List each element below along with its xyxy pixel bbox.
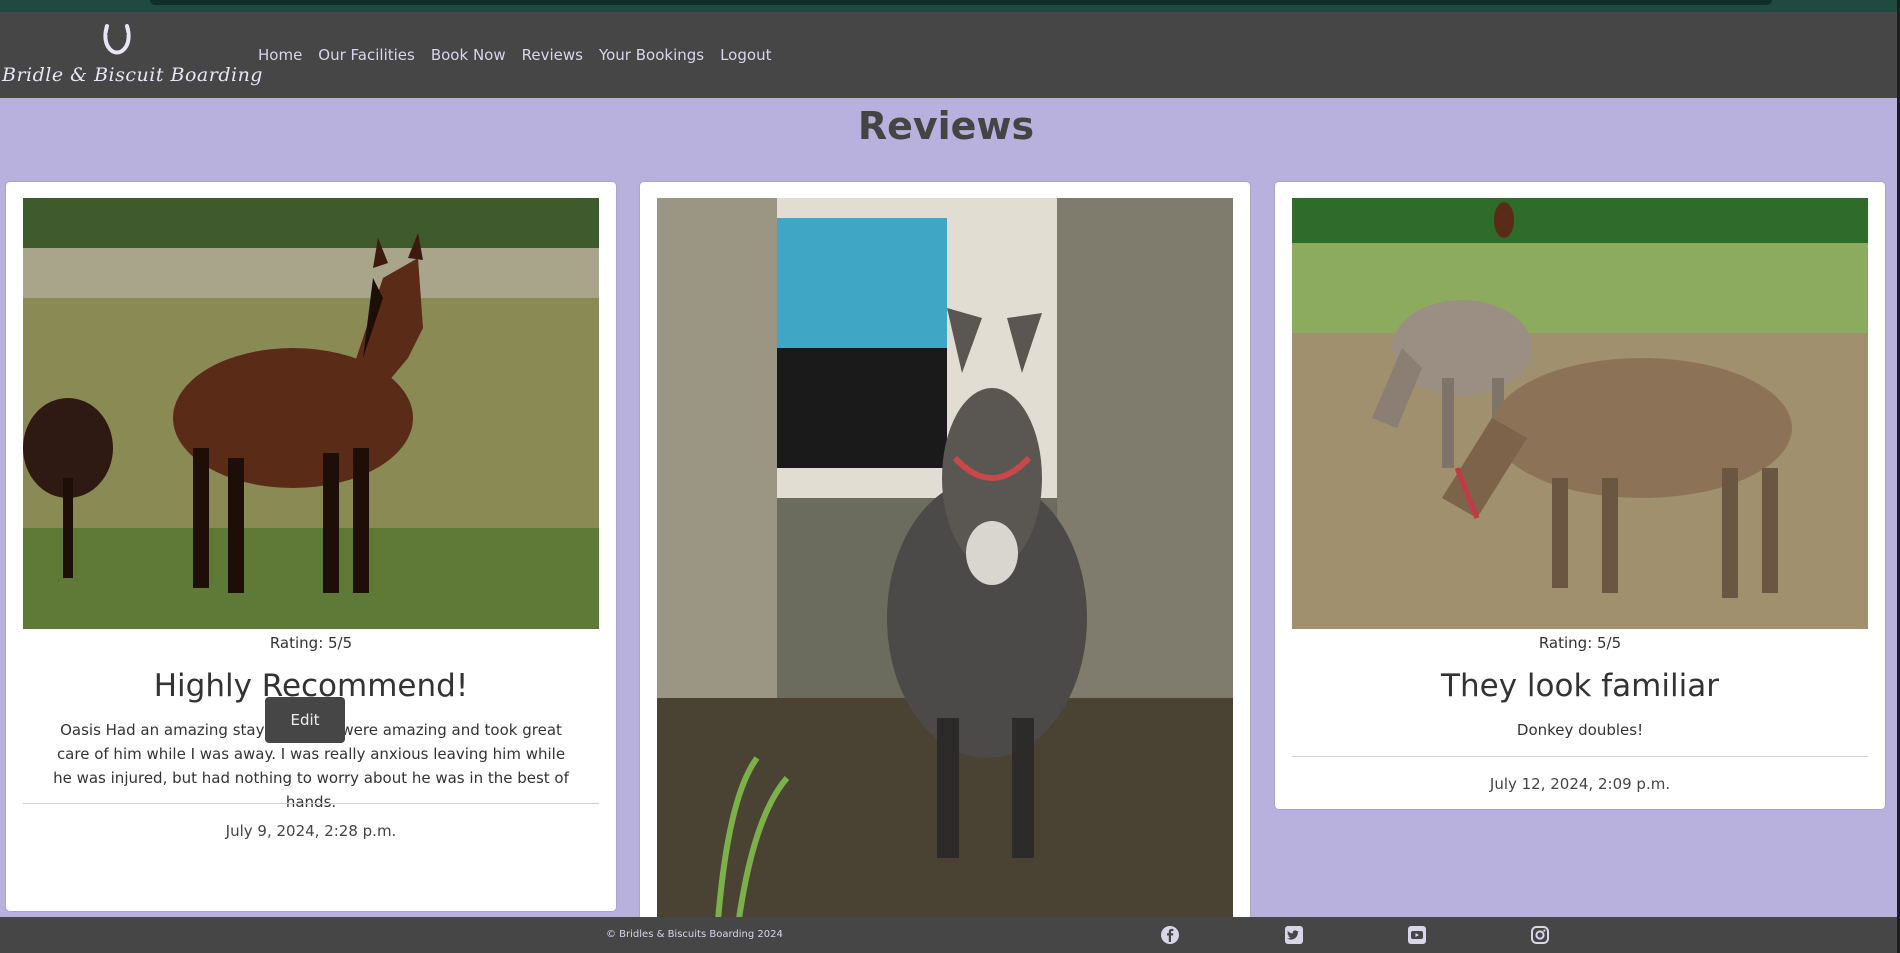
footer-copyright: © Bridles & Biscuits Boarding 2024 [606, 929, 783, 940]
review-title: They look familiar [1441, 668, 1719, 704]
nav-our-facilities[interactable]: Our Facilities [318, 46, 415, 64]
nav-book-now[interactable]: Book Now [431, 46, 506, 64]
nav-your-bookings[interactable]: Your Bookings [599, 46, 704, 64]
review-date: July 9, 2024, 2:28 p.m. [225, 822, 397, 840]
review-image-donkey [657, 198, 1233, 933]
footer: © Bridles & Biscuits Boarding 2024 [0, 917, 1897, 953]
brand-name: Bridle & Biscuit Boarding [2, 64, 263, 86]
review-rating: Rating: 5/5 [269, 634, 353, 652]
review-divider [23, 803, 599, 804]
review-date: July 12, 2024, 2:09 p.m. [1489, 775, 1671, 793]
youtube-icon[interactable] [1407, 925, 1427, 945]
review-divider [1292, 756, 1868, 757]
nav-home[interactable]: Home [258, 46, 302, 64]
facebook-icon[interactable] [1160, 925, 1180, 945]
review-text: Donkey doubles! [1516, 721, 1644, 739]
review-card-3: Rating: 5/5 They look familiar Donkey do… [1275, 182, 1885, 809]
nav-logout[interactable]: Logout [720, 46, 771, 64]
review-card-1: Rating: 5/5 Highly Recommend! Oasis Had … [6, 182, 616, 911]
twitter-icon[interactable] [1284, 925, 1304, 945]
brand-logo[interactable]: Bridle & Biscuit Boarding [2, 20, 263, 90]
instagram-icon[interactable] [1530, 925, 1550, 945]
review-image-horse [23, 198, 599, 629]
horseshoe-icon [103, 24, 131, 55]
main-nav: Home Our Facilities Book Now Reviews You… [258, 46, 771, 64]
review-card-2 [640, 182, 1250, 933]
review-image-donkeys [1292, 198, 1868, 629]
page-title: Reviews [857, 104, 1035, 148]
edit-review-button[interactable]: Edit [265, 697, 345, 743]
browser-top-strip [0, 0, 1900, 12]
top-strip-bar [150, 0, 1772, 5]
navbar: Bridle & Biscuit Boarding Home Our Facil… [0, 12, 1897, 98]
review-rating: Rating: 5/5 [1538, 634, 1622, 652]
nav-reviews[interactable]: Reviews [522, 46, 583, 64]
